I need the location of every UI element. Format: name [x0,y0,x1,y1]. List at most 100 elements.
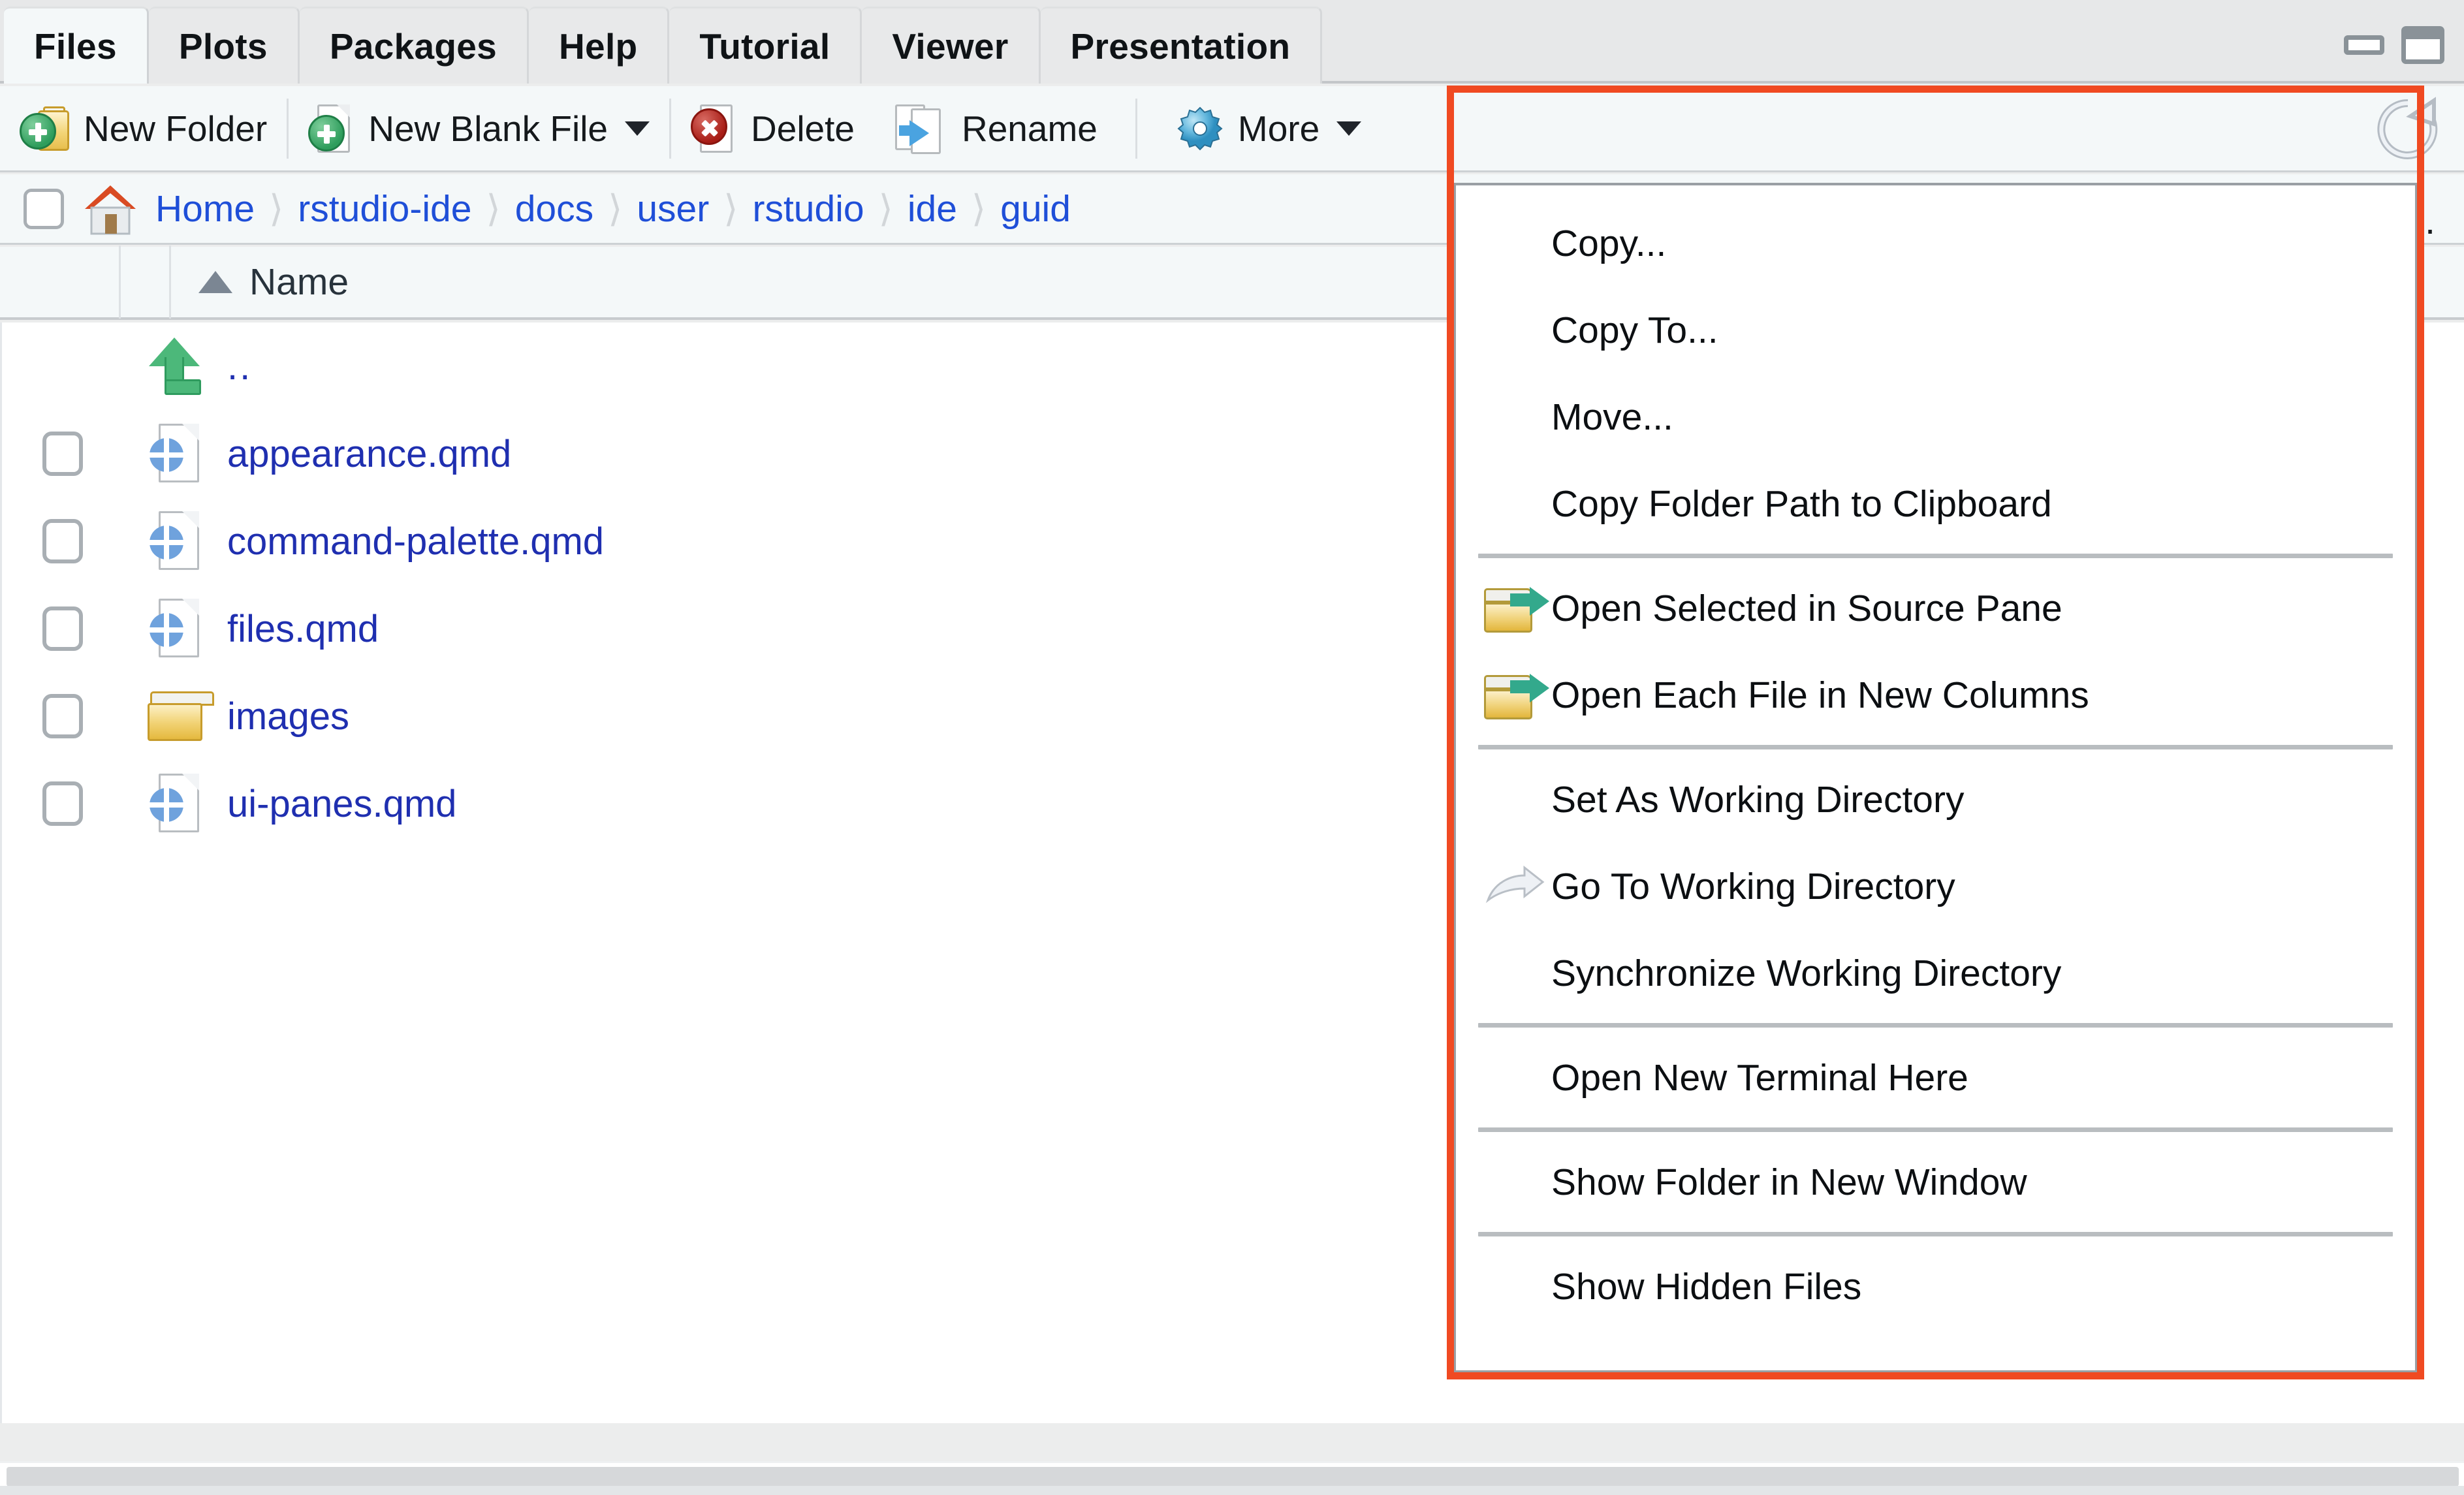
menu-separator [1478,1232,2393,1236]
files-pane: Files Plots Packages Help Tutorial Viewe… [0,0,2464,1495]
grey-arrow-icon [1484,865,1547,908]
tab-presentation[interactable]: Presentation [1040,7,1323,84]
home-icon[interactable] [82,183,138,235]
menu-item-synchronize-working-directory[interactable]: Synchronize Working Directory [1456,930,2415,1016]
tab-tutorial[interactable]: Tutorial [669,7,862,84]
header-icon-column [121,245,171,319]
window-controls [2344,26,2444,64]
row-icon-cell [123,338,227,395]
qmd-file-icon [150,511,200,571]
menu-item-label: Copy Folder Path to Clipboard [1551,482,2052,525]
file-name[interactable]: appearance.qmd [227,432,511,476]
open-folder-arrow-icon [1484,671,1549,719]
row-icon-cell [123,599,227,659]
tab-label: Plots [178,25,268,67]
menu-separator [1478,1023,2393,1028]
row-icon-cell [123,774,227,834]
maximize-pane-icon[interactable] [2401,26,2444,64]
row-checkbox-cell [2,519,123,563]
folder-icon [148,691,214,741]
more-button[interactable]: More [1137,86,1381,172]
row-checkbox[interactable] [42,694,83,738]
pane-bottom-edge [0,1486,2464,1495]
gear-icon [1177,105,1224,152]
new-folder-label: New Folder [84,108,268,149]
tab-files[interactable]: Files [4,7,149,84]
menu-item-label: Show Folder in New Window [1551,1161,2027,1203]
select-all-checkbox[interactable] [24,188,64,229]
file-name[interactable]: images [227,695,349,738]
row-icon-cell [123,511,227,571]
menu-item-show-folder-in-new-window[interactable]: Show Folder in New Window [1456,1139,2415,1225]
row-icon-cell [123,424,227,484]
row-icon-cell [123,691,227,741]
row-checkbox[interactable] [42,606,83,651]
rename-icon [894,103,947,154]
tab-packages[interactable]: Packages [299,7,529,84]
file-name[interactable]: .. [227,345,252,388]
row-checkbox[interactable] [42,519,83,563]
sort-ascending-icon [198,271,232,293]
scrollbar-thumb[interactable] [7,1467,2459,1487]
new-blank-file-label: New Blank File [368,108,608,149]
row-checkbox-cell [2,606,123,651]
menu-item-icon-slot [1479,584,1551,633]
menu-item-open-each-file-in-new-columns[interactable]: Open Each File in New Columns [1456,652,2415,738]
breadcrumb-item-home[interactable]: Home [155,187,255,230]
menu-item-move[interactable]: Move... [1456,373,2415,460]
menu-item-copy[interactable]: Copy... [1456,200,2415,287]
more-label: More [1237,108,1320,149]
menu-item-go-to-working-directory[interactable]: Go To Working Directory [1456,843,2415,930]
breadcrumb-separator-icon: ⟩ [486,187,501,230]
tab-label: Tutorial [699,25,830,67]
tab-plots[interactable]: Plots [148,7,300,84]
breadcrumb-item-docs[interactable]: docs [515,187,593,230]
menu-item-copy-folder-path-to-clipboard[interactable]: Copy Folder Path to Clipboard [1456,460,2415,547]
refresh-icon[interactable] [2374,95,2442,163]
menu-item-label: Open New Terminal Here [1551,1056,1968,1099]
pane-tab-bar: Files Plots Packages Help Tutorial Viewe… [0,0,2464,84]
menu-item-open-new-terminal-here[interactable]: Open New Terminal Here [1456,1034,2415,1121]
file-name[interactable]: ui-panes.qmd [227,782,456,826]
breadcrumb-item-user[interactable]: user [637,187,709,230]
breadcrumb-item-ide[interactable]: ide [908,187,957,230]
menu-item-open-selected-in-source-pane[interactable]: Open Selected in Source Pane [1456,565,2415,652]
new-folder-button[interactable]: New Folder [0,86,287,172]
breadcrumb-item-guide[interactable]: guid [1000,187,1071,230]
row-checkbox-cell [2,432,123,476]
qmd-file-icon [150,424,200,484]
new-blank-file-button[interactable]: New Blank File [289,86,669,172]
chevron-down-icon[interactable] [1336,121,1362,136]
tab-label: Files [34,25,117,67]
file-name[interactable]: command-palette.qmd [227,520,604,563]
rename-button[interactable]: Rename [874,86,1117,172]
tab-viewer[interactable]: Viewer [862,7,1041,84]
breadcrumb-item-rstudio-ide[interactable]: rstudio-ide [298,187,471,230]
tab-label: Packages [329,25,498,67]
menu-item-label: Move... [1551,396,1673,438]
minimize-pane-icon[interactable] [2344,35,2384,55]
row-checkbox[interactable] [42,432,83,476]
menu-item-copy-to[interactable]: Copy To... [1456,287,2415,373]
header-checkbox-column [0,245,121,319]
menu-item-label: Copy... [1551,222,1667,264]
breadcrumb-item-rstudio[interactable]: rstudio [752,187,864,230]
menu-item-set-as-working-directory[interactable]: Set As Working Directory [1456,756,2415,843]
menu-item-label: Open Each File in New Columns [1551,674,2089,716]
menu-item-label: Copy To... [1551,309,1718,351]
menu-separator [1478,1127,2393,1132]
chevron-down-icon[interactable] [625,121,650,136]
breadcrumb-separator-icon: ⟩ [608,187,623,230]
delete-label: Delete [751,108,855,149]
menu-separator [1478,554,2393,558]
menu-item-show-hidden-files[interactable]: Show Hidden Files [1456,1243,2415,1330]
files-toolbar: New Folder New Blank File Delete Rename [0,86,2464,172]
row-checkbox[interactable] [42,781,83,826]
qmd-file-icon [150,599,200,659]
delete-icon [691,103,736,154]
column-header-name: Name [249,261,349,303]
tab-help[interactable]: Help [529,7,670,84]
delete-button[interactable]: Delete [671,86,874,172]
horizontal-scrollbar[interactable] [0,1461,2464,1487]
file-name[interactable]: files.qmd [227,607,379,651]
